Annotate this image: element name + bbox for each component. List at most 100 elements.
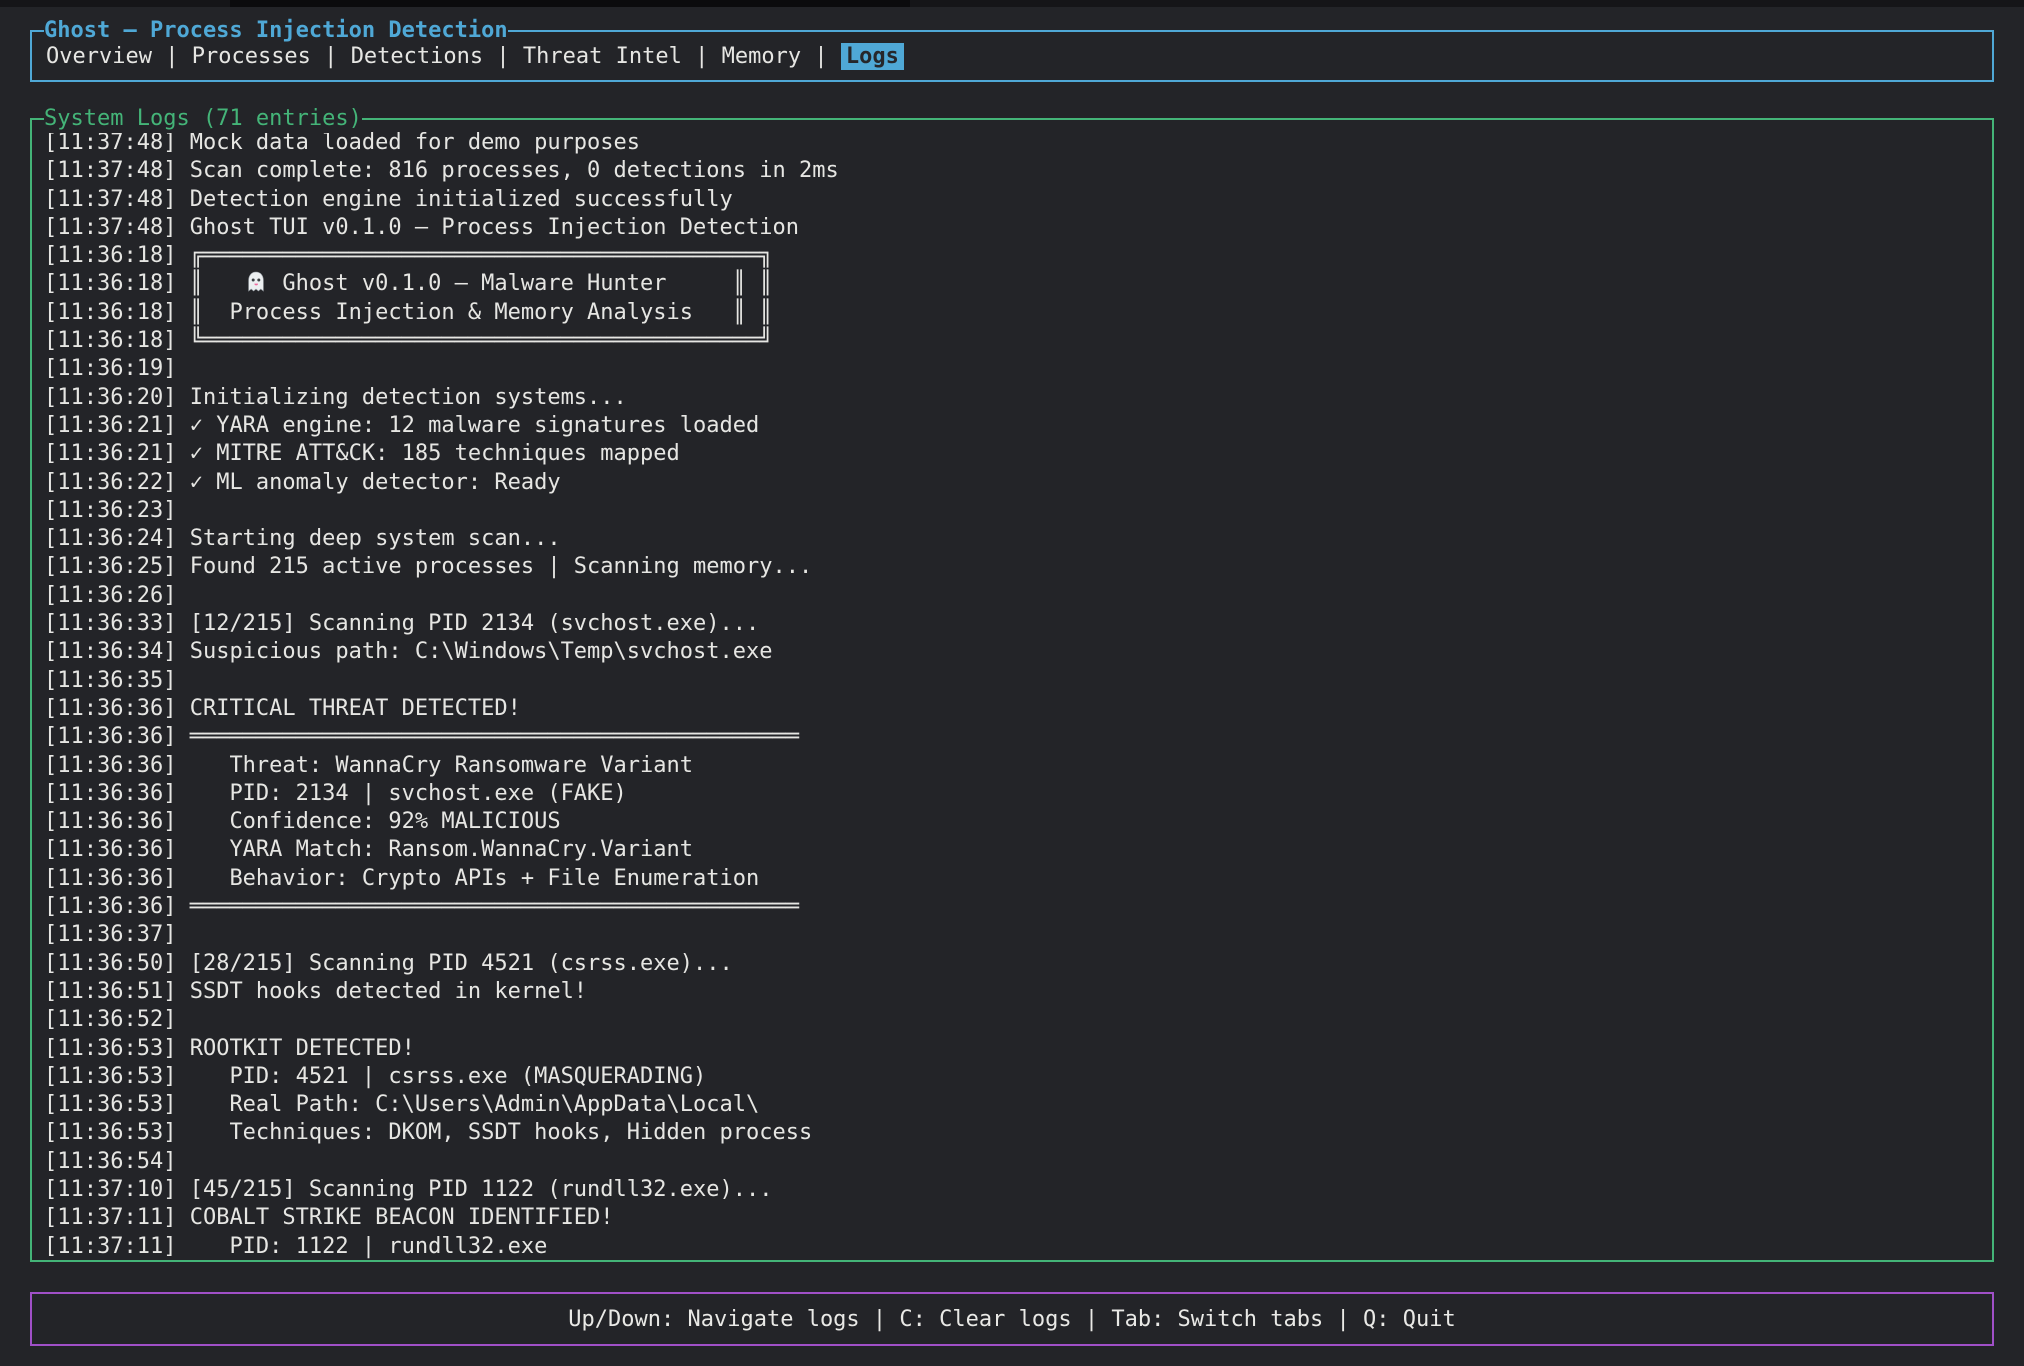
tab-separator: | <box>152 44 192 69</box>
log-timestamp: [11:37:11] <box>44 1234 190 1259</box>
log-timestamp: [11:36:53] <box>44 1092 190 1117</box>
logs-panel[interactable]: System Logs (71 entries) [11:37:48] Mock… <box>30 118 1994 1262</box>
log-entry: [11:36:18] ║ Ghost v0.1.0 — Malware Hunt… <box>44 270 1992 298</box>
log-timestamp: [11:37:10] <box>44 1177 190 1202</box>
log-timestamp: [11:36:26] <box>44 583 190 608</box>
log-entry: [11:37:48] Scan complete: 816 processes,… <box>44 157 1992 185</box>
log-message: [28/215] Scanning PID 4521 (csrss.exe)..… <box>190 951 733 976</box>
log-entry: [11:36:18] ╚════════════════════════════… <box>44 327 1992 355</box>
tab-memory[interactable]: Memory <box>722 44 801 69</box>
log-entry: [11:36:23] <box>44 497 1992 525</box>
log-message: Starting deep system scan... <box>190 526 561 551</box>
log-entry: [11:36:53] Real Path: C:\Users\Admin\App… <box>44 1091 1992 1119</box>
log-entry: [11:36:50] [28/215] Scanning PID 4521 (c… <box>44 950 1992 978</box>
log-entry: [11:36:26] <box>44 582 1992 610</box>
log-timestamp: [11:36:36] <box>44 781 190 806</box>
log-timestamp: [11:36:35] <box>44 668 190 693</box>
log-entry: [11:36:54] <box>44 1148 1992 1176</box>
log-entry: [11:36:36] ═════════════════════════════… <box>44 723 1992 751</box>
log-message: SSDT hooks detected in kernel! <box>190 979 587 1004</box>
help-bar: Up/Down: Navigate logs | C: Clear logs |… <box>30 1292 1994 1346</box>
log-timestamp: [11:37:48] <box>44 215 190 240</box>
log-message: PID: 4521 | csrss.exe (MASQUERADING) <box>190 1064 707 1089</box>
log-message: ✓ MITRE ATT&CK: 185 techniques mapped <box>190 441 680 466</box>
log-message: YARA Match: Ransom.WannaCry.Variant <box>190 837 693 862</box>
log-message: Found 215 active processes | Scanning me… <box>190 554 813 579</box>
log-entry: [11:37:48] Mock data loaded for demo pur… <box>44 129 1992 157</box>
log-timestamp: [11:36:36] <box>44 809 190 834</box>
log-timestamp: [11:36:36] <box>44 866 190 891</box>
log-entry: [11:36:53] PID: 4521 | csrss.exe (MASQUE… <box>44 1063 1992 1091</box>
log-timestamp: [11:36:18] <box>44 300 190 325</box>
log-entry: [11:36:53] Techniques: DKOM, SSDT hooks,… <box>44 1119 1992 1147</box>
log-message: Threat: WannaCry Ransomware Variant <box>190 753 693 778</box>
tab-overview[interactable]: Overview <box>46 44 152 69</box>
log-entry: [11:36:33] [12/215] Scanning PID 2134 (s… <box>44 610 1992 638</box>
log-message: [45/215] Scanning PID 1122 (rundll32.exe… <box>190 1177 773 1202</box>
tab-detections[interactable]: Detections <box>351 44 483 69</box>
log-timestamp: [11:36:37] <box>44 922 190 947</box>
log-entry: [11:36:51] SSDT hooks detected in kernel… <box>44 978 1992 1006</box>
log-entry: [11:36:37] <box>44 921 1992 949</box>
tab-separator: | <box>311 44 351 69</box>
log-timestamp: [11:36:36] <box>44 837 190 862</box>
log-entry: [11:36:36] PID: 2134 | svchost.exe (FAKE… <box>44 780 1992 808</box>
tab-logs[interactable]: Logs <box>841 43 904 70</box>
log-message: ║ Ghost v0.1.0 — Malware Hunter ║ ║ <box>190 271 773 296</box>
log-timestamp: [11:36:54] <box>44 1149 190 1174</box>
log-entry: [11:36:36] YARA Match: Ransom.WannaCry.V… <box>44 836 1992 864</box>
log-message: Mock data loaded for demo purposes <box>190 130 640 155</box>
log-entry: [11:36:52] <box>44 1006 1992 1034</box>
log-timestamp: [11:36:18] <box>44 271 190 296</box>
log-entry: [11:36:34] Suspicious path: C:\Windows\T… <box>44 638 1992 666</box>
log-timestamp: [11:36:20] <box>44 385 190 410</box>
log-timestamp: [11:36:36] <box>44 724 190 749</box>
log-entry: [11:36:19] <box>44 355 1992 383</box>
log-message: ✓ YARA engine: 12 malware signatures loa… <box>190 413 760 438</box>
log-timestamp: [11:36:36] <box>44 696 190 721</box>
log-message: ✓ ML anomaly detector: Ready <box>190 470 561 495</box>
log-entry: [11:36:36] Threat: WannaCry Ransomware V… <box>44 752 1992 780</box>
log-timestamp: [11:36:18] <box>44 243 190 268</box>
log-message: Techniques: DKOM, SSDT hooks, Hidden pro… <box>190 1120 813 1145</box>
log-timestamp: [11:36:22] <box>44 470 190 495</box>
log-entry: [11:36:36] Confidence: 92% MALICIOUS <box>44 808 1992 836</box>
screen-top-edge <box>0 0 2024 7</box>
log-timestamp: [11:36:25] <box>44 554 190 579</box>
tab-threat-intel[interactable]: Threat Intel <box>523 44 682 69</box>
log-message: Suspicious path: C:\Windows\Temp\svchost… <box>190 639 773 664</box>
logs-panel-title: System Logs (71 entries) <box>44 105 362 133</box>
log-timestamp: [11:36:34] <box>44 639 190 664</box>
log-entry: [11:37:48] Ghost TUI v0.1.0 — Process In… <box>44 214 1992 242</box>
log-entry: [11:36:21] ✓ MITRE ATT&CK: 185 technique… <box>44 440 1992 468</box>
log-message: ════════════════════════════════════════… <box>190 894 799 919</box>
log-entry: [11:36:18] ║ Process Injection & Memory … <box>44 299 1992 327</box>
tabs-panel: Ghost — Process Injection Detection Over… <box>30 30 1994 82</box>
screen-notch <box>230 0 910 7</box>
log-lines: [11:37:48] Mock data loaded for demo pur… <box>32 120 1992 1261</box>
log-timestamp: [11:36:36] <box>44 753 190 778</box>
log-message: Detection engine initialized successfull… <box>190 187 733 212</box>
log-timestamp: [11:36:33] <box>44 611 190 636</box>
log-entry: [11:36:21] ✓ YARA engine: 12 malware sig… <box>44 412 1992 440</box>
log-entry: [11:36:20] Initializing detection system… <box>44 384 1992 412</box>
log-timestamp: [11:36:53] <box>44 1036 190 1061</box>
log-message: Scan complete: 816 processes, 0 detectio… <box>190 158 839 183</box>
log-timestamp: [11:37:48] <box>44 130 190 155</box>
log-timestamp: [11:36:53] <box>44 1064 190 1089</box>
log-timestamp: [11:36:51] <box>44 979 190 1004</box>
log-timestamp: [11:36:21] <box>44 441 190 466</box>
log-timestamp: [11:37:48] <box>44 187 190 212</box>
tab-processes[interactable]: Processes <box>192 44 311 69</box>
log-entry: [11:37:11] PID: 1122 | rundll32.exe <box>44 1233 1992 1261</box>
log-entry: [11:36:36] CRITICAL THREAT DETECTED! <box>44 695 1992 723</box>
ghost-icon <box>243 270 269 294</box>
log-message: Initializing detection systems... <box>190 385 627 410</box>
log-timestamp: [11:36:19] <box>44 356 190 381</box>
log-timestamp: [11:36:52] <box>44 1007 190 1032</box>
log-timestamp: [11:37:11] <box>44 1205 190 1230</box>
log-message: ╔═══════════════════════════════════════… <box>190 243 773 268</box>
log-message: Confidence: 92% MALICIOUS <box>190 809 561 834</box>
log-message: PID: 2134 | svchost.exe (FAKE) <box>190 781 627 806</box>
tab-separator: | <box>801 44 841 69</box>
